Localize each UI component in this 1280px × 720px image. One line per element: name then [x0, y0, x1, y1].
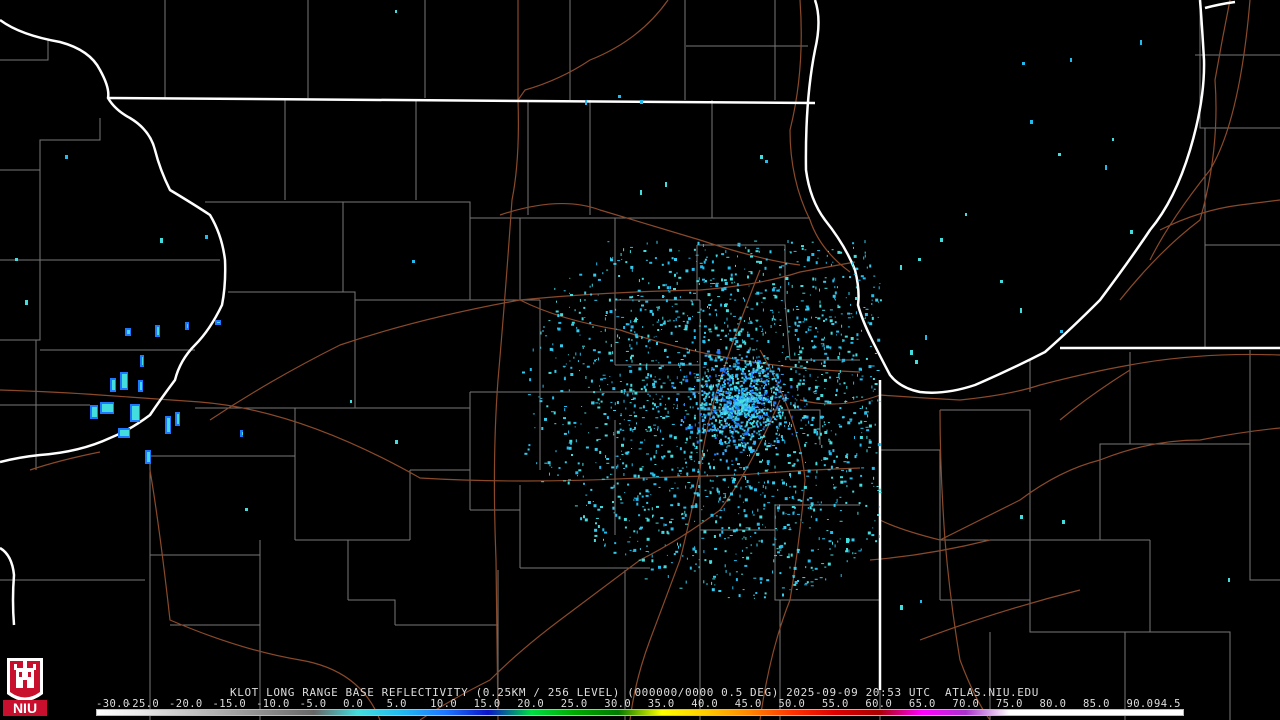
- niu-logo-text: NIU: [13, 700, 37, 716]
- niu-logo: NIU: [3, 646, 47, 716]
- radar-map: [0, 0, 1280, 720]
- reflectivity-color-bar: [96, 709, 1184, 716]
